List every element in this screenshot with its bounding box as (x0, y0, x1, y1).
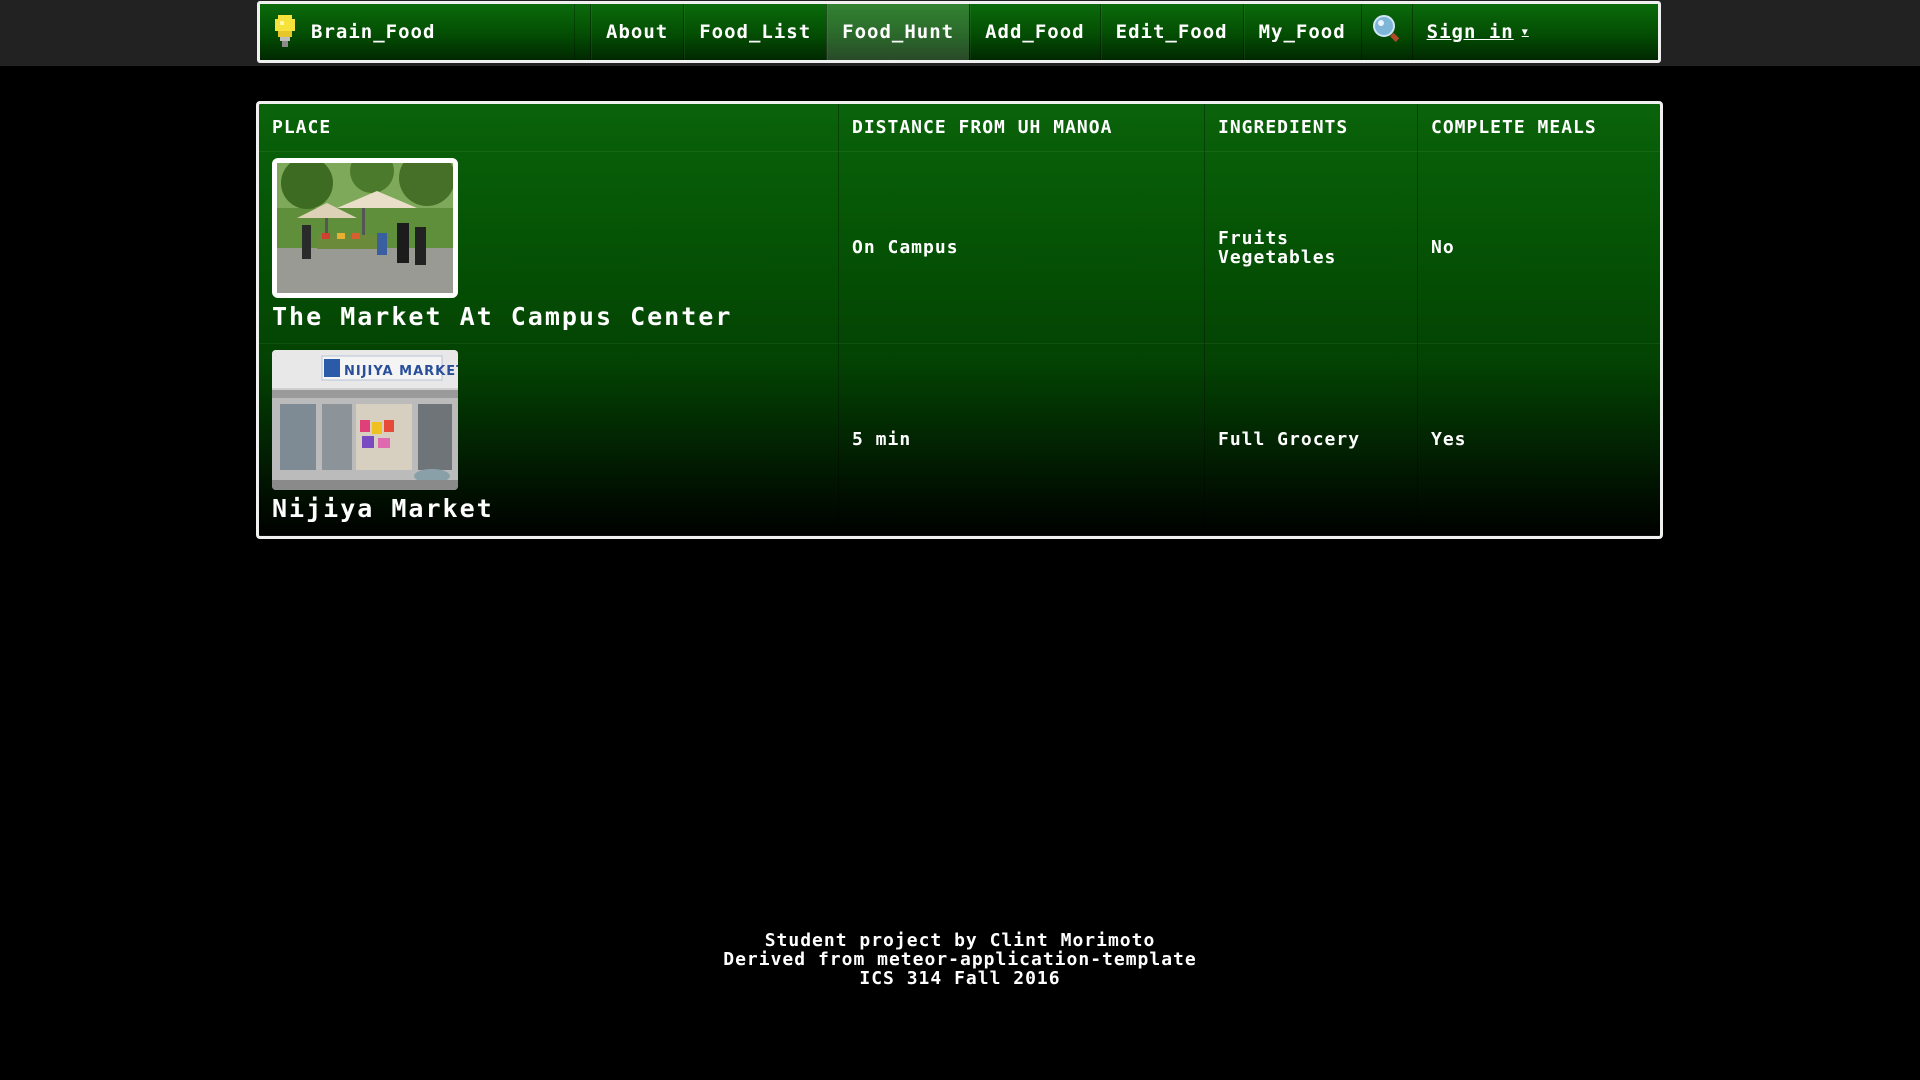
place-cell: The Market At Campus Center (259, 151, 839, 344)
ingredient-item: Vegetables (1218, 246, 1337, 268)
nav-edit-food[interactable]: Edit_Food (1099, 4, 1243, 60)
nav-my-food[interactable]: My_Food (1242, 4, 1361, 60)
caret-down-icon: ▼ (1521, 26, 1529, 38)
header-distance: DISTANCE FROM UH MANOA (838, 104, 1205, 152)
lightbulb-icon (274, 15, 296, 49)
store-sign-text: NIJIYA MARKET (344, 364, 458, 379)
place-cell: NIJIYA MARKET Nijiya Market (259, 343, 839, 536)
brand-link[interactable]: Brain_Food (260, 4, 575, 60)
place-name: The Market At Campus Center (272, 302, 733, 331)
nav-add-food[interactable]: Add_Food (969, 4, 1100, 60)
footer-line: ICS 314 Fall 2016 (859, 968, 1061, 989)
header-ingredients: INGREDIENTS (1204, 104, 1418, 152)
table-header-row: PLACE DISTANCE FROM UH MANOA INGREDIENTS… (259, 104, 1660, 152)
signin-label: Sign in (1426, 21, 1514, 43)
magnifier-icon (1370, 13, 1404, 51)
nav-food-hunt[interactable]: Food_Hunt (826, 4, 970, 60)
complete-meals-cell: No (1417, 151, 1660, 344)
brand-name: Brain_Food (311, 21, 436, 43)
footer-line: Student project by Clint Morimoto (764, 930, 1156, 951)
place-name: Nijiya Market (272, 494, 494, 523)
ingredient-item: Full Grocery (1218, 429, 1361, 450)
ingredients-cell: Fruits Vegetables (1204, 151, 1418, 344)
signin-dropdown[interactable]: Sign in ▼ (1411, 4, 1543, 60)
nav-food-list[interactable]: Food_List (683, 4, 826, 60)
nijiya-market-storefront-photo[interactable]: NIJIYA MARKET (272, 350, 458, 490)
header-place: PLACE (259, 104, 839, 152)
ingredient-item: Fruits (1218, 227, 1290, 249)
distance-cell: On Campus (838, 151, 1205, 344)
table-row: NIJIYA MARKET Nijiya Market 5 min Full G… (259, 343, 1660, 536)
nav-about[interactable]: About (590, 4, 683, 60)
distance-cell: 5 min (838, 343, 1205, 536)
complete-meals-cell: Yes (1417, 343, 1660, 536)
header-complete-meals: COMPLETE MEALS (1417, 104, 1660, 152)
search-button[interactable] (1360, 4, 1412, 60)
table-row: The Market At Campus Center On Campus Fr… (259, 151, 1660, 344)
farmers-market-photo[interactable] (272, 158, 458, 298)
food-hunt-table: PLACE DISTANCE FROM UH MANOA INGREDIENTS… (256, 101, 1663, 539)
ingredients-cell: Full Grocery (1204, 343, 1418, 536)
footer: Student project by Clint Morimoto Derive… (0, 931, 1920, 988)
footer-line: Derived from meteor-application-template (723, 949, 1197, 970)
navbar: Brain_Food About Food_List Food_Hunt Add… (257, 1, 1661, 63)
